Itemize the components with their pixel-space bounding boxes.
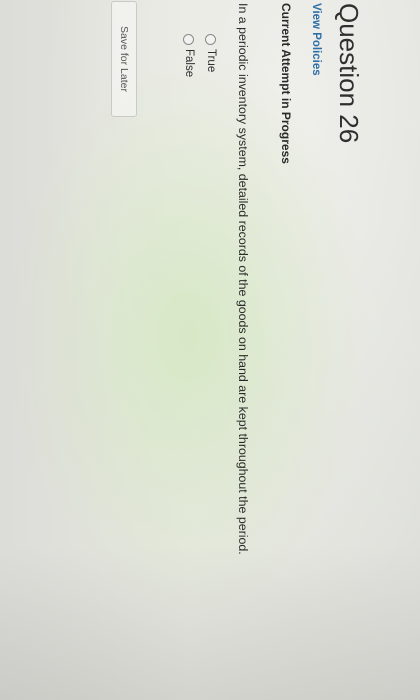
question-title: Question 26: [334, 3, 364, 144]
view-policies-link[interactable]: View Policies: [310, 3, 322, 76]
option-true-label: True: [205, 49, 217, 73]
option-false-label: False: [183, 49, 195, 78]
radio-false[interactable]: [183, 34, 195, 45]
radio-true[interactable]: [205, 34, 217, 45]
question-prompt: In a periodic inventory system, detailed…: [236, 3, 250, 555]
option-false[interactable]: False: [183, 34, 195, 77]
quiz-page: Question 26 View Policies Current Attemp…: [0, 0, 420, 700]
attempt-status: Current Attempt in Progress: [279, 3, 293, 164]
save-for-later-button[interactable]: Save for Later: [111, 1, 137, 117]
option-true[interactable]: True: [205, 34, 217, 72]
